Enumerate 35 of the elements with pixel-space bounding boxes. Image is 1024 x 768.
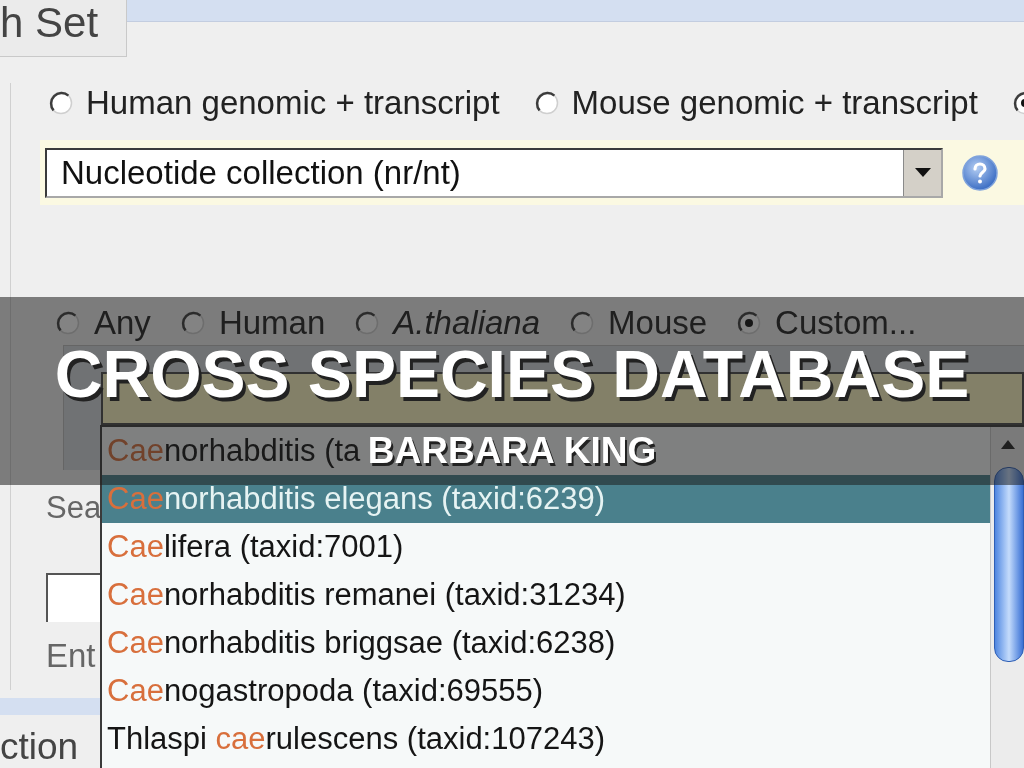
radio-label: Mouse genomic + transcript — [571, 83, 978, 123]
radio-button[interactable] — [1012, 91, 1024, 115]
help-icon[interactable] — [962, 154, 998, 191]
up-arrow-icon[interactable] — [1000, 440, 1015, 449]
radio-button[interactable] — [49, 91, 73, 115]
slide-subtitle: BARBARA KING — [367, 437, 657, 465]
radio-label: Human — [218, 305, 326, 341]
radio-label: Any — [94, 305, 151, 341]
caret-down-icon — [914, 168, 931, 177]
suggestion-item[interactable]: Thlaspi caerulescens (taxid:107243) — [102, 715, 607, 763]
database-select[interactable]: Nucleotide collection (nr/nt) — [45, 147, 943, 198]
radio-button[interactable] — [737, 311, 762, 335]
suggestion-item[interactable]: Caenorhabditis (ta — [102, 427, 363, 475]
suggestion-item[interactable]: Caenorhabditis elegans (taxid:6239) — [102, 475, 990, 523]
suggestion-item[interactable]: Caelifera (taxid:7001) — [102, 523, 406, 571]
suggestion-item[interactable]: Caenorhabditis remanei (taxid:31234) — [102, 571, 628, 619]
field-label: Sea — [46, 490, 101, 526]
suggestion-item[interactable]: Caenorhabditis briggsae (taxid:6238) — [102, 619, 618, 667]
dropdown-button[interactable] — [903, 149, 941, 196]
radio-label: Human genomic + transcript — [86, 83, 500, 123]
tab[interactable]: h Set — [0, 0, 127, 57]
radio-label: A.thaliana — [393, 305, 541, 341]
suggestion-item[interactable]: Caenogastropoda (taxid:69555) — [102, 667, 546, 715]
scrollbar-thumb[interactable] — [994, 467, 1024, 662]
hint-text: Ent — [46, 638, 97, 674]
radio-button[interactable] — [180, 311, 205, 335]
slide-title: CROSS SPECIES DATABASE — [54, 349, 970, 399]
section-title: ction — [0, 725, 80, 768]
radio-button[interactable] — [56, 311, 80, 335]
radio-button[interactable] — [534, 91, 559, 115]
radio-label: Mouse — [608, 305, 708, 341]
text-field[interactable] — [46, 573, 101, 622]
radio-button[interactable] — [355, 311, 380, 335]
radio-label: Custom... — [775, 305, 917, 341]
radio-button[interactable] — [570, 311, 595, 335]
